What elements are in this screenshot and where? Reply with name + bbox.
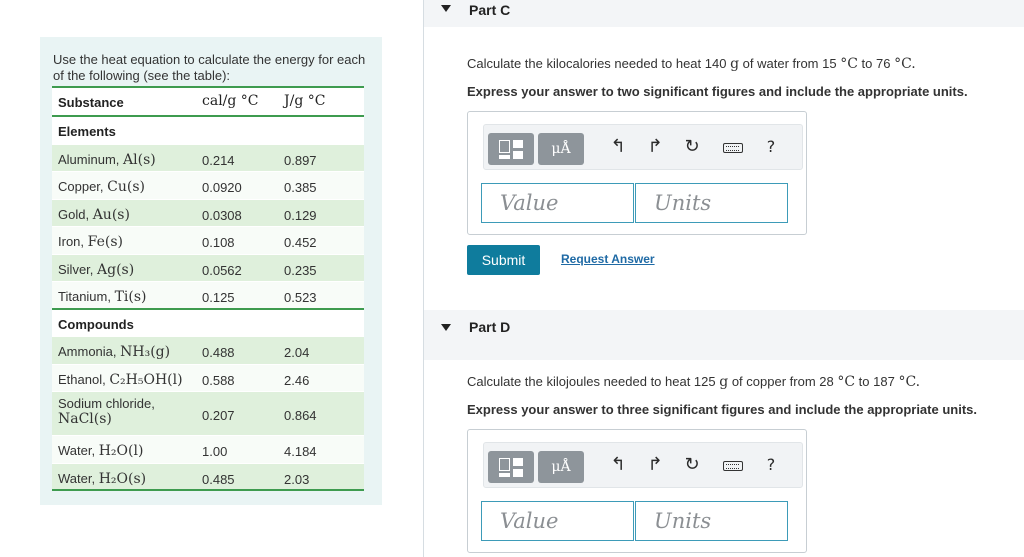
units-button[interactable]: μÅ: [538, 133, 584, 165]
header-substance: Substance: [58, 95, 124, 110]
substance-cell: Titanium, Ti(s): [58, 289, 147, 305]
part-d-answer-box: μÅ ↰ ↱ ↻ ? Value Units: [467, 429, 807, 553]
substance-cell: Iron, Fe(s): [58, 234, 123, 250]
units-input[interactable]: Units: [635, 501, 788, 541]
cal-cell: 0.588: [202, 372, 235, 388]
cal-cell: 0.125: [202, 290, 235, 305]
group-label: Elements: [58, 124, 116, 139]
joule-cell: 2.04: [284, 345, 310, 360]
joule-cell: 0.235: [284, 262, 317, 278]
table-row: Silver, Ag(s) 0.0562 0.235: [52, 254, 364, 282]
undo-icon[interactable]: ↰: [607, 136, 629, 158]
substance-cell: Gold, Au(s): [58, 206, 130, 223]
table-row: Aluminum, Al(s) 0.214 0.897: [52, 144, 364, 172]
cal-cell: 0.207: [202, 408, 235, 423]
table-row: Ethanol, C₂H₅OH(l) 0.588 2.46: [52, 364, 364, 392]
substance-cell: Aluminum, Al(s): [58, 151, 156, 168]
part-d-instruction: Express your answer to three significant…: [467, 402, 977, 417]
request-answer-link[interactable]: Request Answer: [561, 252, 655, 266]
table-row: Copper, Cu(s) 0.0920 0.385: [52, 172, 364, 200]
table-row: Ammonia, NH₃(g) 0.488 2.04: [52, 337, 364, 365]
value-input[interactable]: Value: [481, 183, 634, 223]
units-button[interactable]: μÅ: [538, 451, 584, 483]
part-d-question: Calculate the kilojoules needed to heat …: [467, 374, 921, 390]
part-c-instruction: Express your answer to two significant f…: [467, 84, 968, 99]
collapse-triangle-icon[interactable]: [441, 324, 451, 331]
table-row: Sodium chloride, NaCl(s) 0.207 0.864: [52, 392, 364, 436]
heat-table-panel: Use the heat equation to calculate the e…: [40, 37, 382, 505]
part-c-question: Calculate the kilocalories needed to hea…: [467, 56, 916, 72]
units-input[interactable]: Units: [635, 183, 788, 223]
math-toolbar: μÅ ↰ ↱ ↻ ?: [483, 442, 803, 488]
cal-cell: 0.214: [202, 152, 235, 168]
group-label: Compounds: [58, 316, 134, 332]
substance-cell: Copper, Cu(s): [58, 179, 145, 195]
cal-cell: 1.00: [202, 444, 228, 459]
table-row: Water, H₂O(l) 1.00 4.184: [52, 436, 364, 464]
part-d-title: Part D: [469, 319, 511, 335]
cal-cell: 0.488: [202, 345, 235, 360]
substance-cell: Water, H₂O(s): [58, 470, 147, 487]
table-row: Titanium, Ti(s) 0.125 0.523: [52, 282, 364, 310]
header-cal: cal/g °C: [202, 93, 259, 109]
keyboard-icon[interactable]: [721, 136, 743, 158]
reset-icon[interactable]: ↻: [681, 136, 703, 158]
undo-icon[interactable]: ↰: [607, 454, 629, 476]
substance-cell: Silver, Ag(s): [58, 261, 135, 278]
joule-cell: 0.864: [284, 408, 317, 423]
table-header-row: Substance cal/g °C J/g °C: [52, 86, 364, 117]
cal-cell: 0.0308: [202, 207, 242, 223]
table-intro-text: Use the heat equation to calculate the e…: [53, 52, 366, 83]
joule-cell: 0.129: [284, 207, 317, 223]
specific-heat-table: Substance cal/g °C J/g °C Elements Alumi…: [52, 86, 364, 491]
tool-group: μÅ: [488, 451, 584, 483]
part-c-title: Part C: [469, 2, 511, 18]
substance-cell: Ethanol, C₂H₅OH(l): [58, 371, 183, 388]
substance-cell: Water, H₂O(l): [58, 443, 144, 459]
substance-cell: Ammonia, NH₃(g): [58, 344, 171, 360]
joule-cell: 0.523: [284, 290, 317, 305]
joule-cell: 0.385: [284, 180, 317, 195]
template-icon[interactable]: [488, 451, 534, 483]
part-c-answer-box: μÅ ↰ ↱ ↻ ? Value Units: [467, 111, 807, 235]
cal-cell: 0.485: [202, 471, 235, 487]
joule-cell: 2.03: [284, 471, 310, 487]
redo-icon[interactable]: ↱: [644, 454, 666, 476]
submit-button[interactable]: Submit: [467, 245, 540, 275]
header-joule: J/g °C: [284, 93, 326, 109]
joule-cell: 4.184: [284, 444, 317, 459]
template-icon[interactable]: [488, 133, 534, 165]
help-icon[interactable]: ?: [760, 136, 782, 158]
math-toolbar: μÅ ↰ ↱ ↻ ?: [483, 124, 803, 170]
part-d-header[interactable]: Part D: [424, 310, 1024, 360]
tool-group: μÅ: [488, 133, 584, 165]
value-input[interactable]: Value: [481, 501, 634, 541]
keyboard-icon[interactable]: [721, 454, 743, 476]
collapse-triangle-icon[interactable]: [441, 5, 451, 12]
table-row: Gold, Au(s) 0.0308 0.129: [52, 199, 364, 227]
table-row: Iron, Fe(s) 0.108 0.452: [52, 227, 364, 255]
column-divider: [423, 0, 424, 557]
part-c-header[interactable]: Part C: [424, 0, 1024, 27]
reset-icon[interactable]: ↻: [681, 454, 703, 476]
substance-cell: Sodium chloride, NaCl(s): [58, 396, 155, 427]
cal-cell: 0.108: [202, 235, 235, 250]
cal-cell: 0.0920: [202, 180, 242, 195]
group-row-compounds: Compounds: [52, 309, 364, 337]
cal-cell: 0.0562: [202, 262, 242, 278]
joule-cell: 2.46: [284, 372, 310, 388]
help-icon[interactable]: ?: [760, 454, 782, 476]
joule-cell: 0.897: [284, 152, 317, 168]
joule-cell: 0.452: [284, 235, 317, 250]
redo-icon[interactable]: ↱: [644, 136, 666, 158]
table-row: Water, H₂O(s) 0.485 2.03: [52, 463, 364, 491]
group-row-elements: Elements: [52, 117, 364, 145]
